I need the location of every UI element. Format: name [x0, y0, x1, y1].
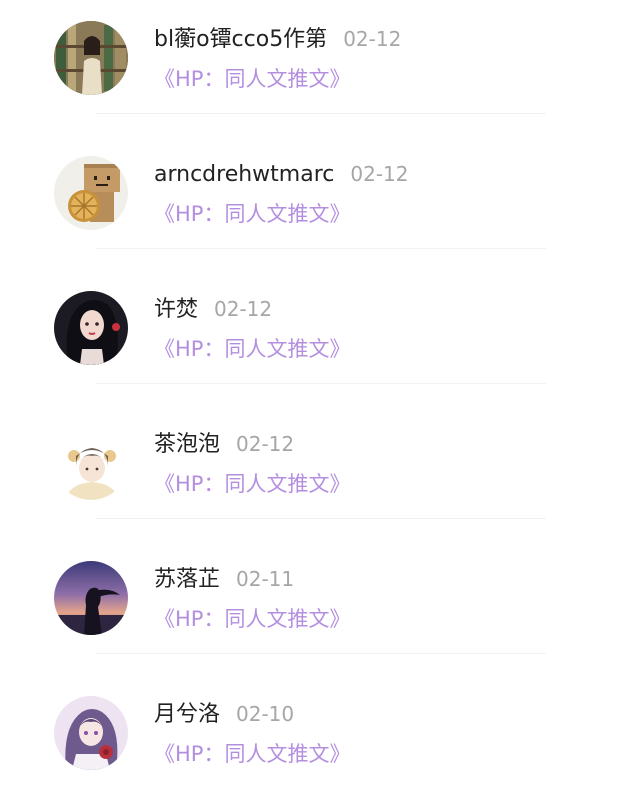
username[interactable]: bl蘅o镡cco5作第: [154, 27, 327, 52]
username[interactable]: 许焚: [154, 297, 198, 322]
comment-header: arncdrehwtmarc 02-12: [154, 157, 409, 192]
sunset-silhouette-avatar[interactable]: [54, 561, 128, 635]
list-item[interactable]: 月兮洛 02-10 《HP：同人文推文》: [0, 675, 640, 804]
comment-date: 02-12: [343, 27, 402, 51]
username[interactable]: 苏落芷: [154, 567, 220, 592]
divider: [96, 113, 546, 114]
girl-bookshelf-avatar[interactable]: [54, 21, 128, 95]
cartoon-boy-avatar[interactable]: [54, 426, 128, 500]
comment-date: 02-12: [214, 297, 273, 321]
comment-message[interactable]: 《HP：同人文推文》: [154, 332, 350, 366]
comment-date: 02-12: [236, 432, 295, 456]
comment-header: 茶泡泡 02-12: [154, 427, 294, 462]
dark-hair-girl-avatar[interactable]: [54, 291, 128, 365]
comment-header: 苏落芷 02-11: [154, 562, 294, 597]
comment-list: bl蘅o镡cco5作第 02-12 《HP：同人文推文》 arncdrehwtm…: [0, 0, 640, 804]
divider: [96, 383, 546, 384]
comment-header: 月兮洛 02-10: [154, 697, 294, 732]
username[interactable]: arncdrehwtmarc: [154, 162, 334, 187]
divider: [96, 653, 546, 654]
comment-date: 02-11: [236, 567, 295, 591]
list-item[interactable]: 苏落芷 02-11 《HP：同人文推文》: [0, 540, 640, 675]
comment-message[interactable]: 《HP：同人文推文》: [154, 602, 350, 636]
list-item[interactable]: arncdrehwtmarc 02-12 《HP：同人文推文》: [0, 135, 640, 270]
username[interactable]: 月兮洛: [154, 702, 220, 727]
danbo-orange-avatar[interactable]: [54, 156, 128, 230]
comment-date: 02-10: [236, 702, 295, 726]
divider: [96, 518, 546, 519]
comment-message[interactable]: 《HP：同人文推文》: [154, 737, 350, 771]
comment-message[interactable]: 《HP：同人文推文》: [154, 62, 350, 96]
comment-message[interactable]: 《HP：同人文推文》: [154, 197, 350, 231]
anime-girl-avatar[interactable]: [54, 696, 128, 770]
username[interactable]: 茶泡泡: [154, 432, 220, 457]
divider: [96, 248, 546, 249]
comment-header: 许焚 02-12: [154, 292, 272, 327]
comment-header: bl蘅o镡cco5作第 02-12: [154, 22, 401, 57]
comment-date: 02-12: [350, 162, 409, 186]
comment-message[interactable]: 《HP：同人文推文》: [154, 467, 350, 501]
list-item[interactable]: 许焚 02-12 《HP：同人文推文》: [0, 270, 640, 405]
list-item[interactable]: 茶泡泡 02-12 《HP：同人文推文》: [0, 405, 640, 540]
list-item[interactable]: bl蘅o镡cco5作第 02-12 《HP：同人文推文》: [0, 0, 640, 135]
